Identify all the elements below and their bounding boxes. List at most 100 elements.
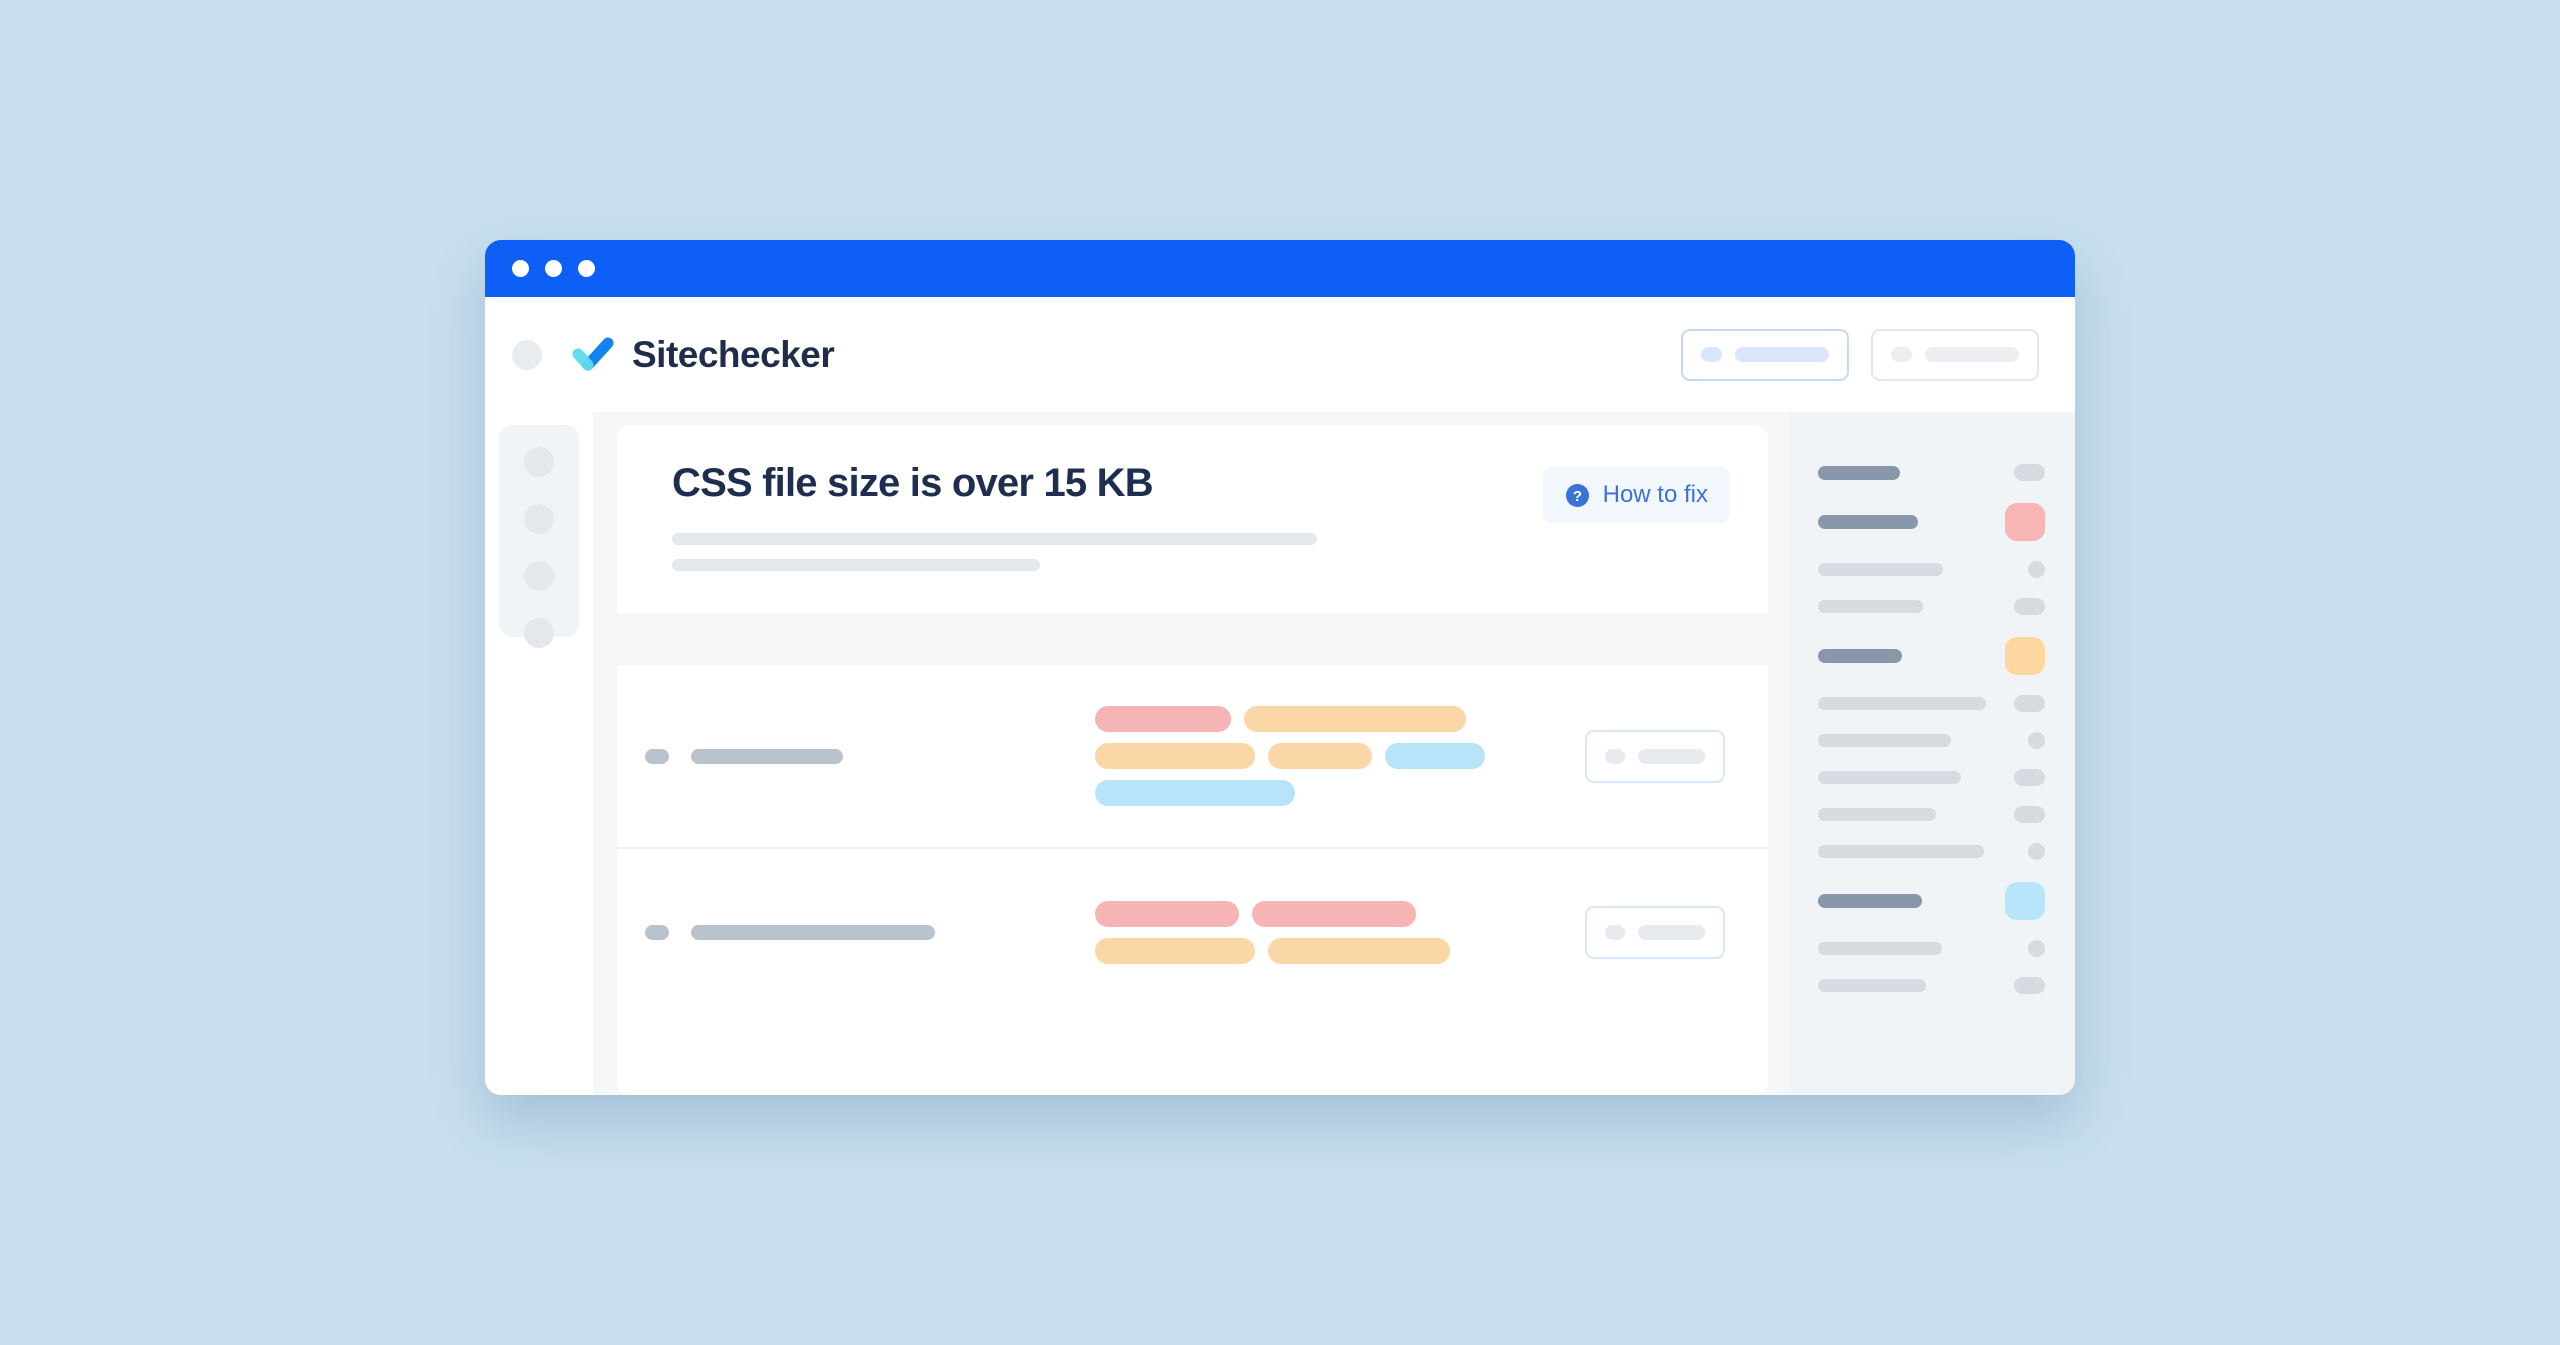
left-sidebar: [485, 412, 593, 1095]
close-dot[interactable]: [512, 260, 529, 277]
right-panel-item-label: [1818, 649, 1902, 663]
tag-orange[interactable]: [1244, 706, 1466, 732]
question-circle-icon: ?: [1565, 483, 1590, 508]
right-panel-item-label: [1818, 563, 1943, 576]
right-panel-item[interactable]: [1818, 464, 2045, 481]
table-row-2-label: [691, 924, 935, 940]
sidebar-item-1[interactable]: [524, 447, 554, 477]
description-line-2: [672, 559, 1040, 571]
table-row-1-left: [645, 748, 1085, 764]
header-button-primary[interactable]: [1681, 328, 1849, 381]
right-panel-item-label: [1818, 697, 1986, 710]
right-panel-item-label: [1818, 808, 1936, 821]
app-header: Sitechecker: [485, 297, 2075, 412]
table-row-2-marker: [645, 924, 669, 940]
row-action-icon: [1605, 924, 1625, 940]
table-row-1-marker: [645, 748, 669, 764]
right-panel-group-4: [1818, 882, 2045, 994]
right-panel-item-label: [1818, 515, 1918, 529]
right-panel-item-label: [1818, 600, 1923, 613]
browser-titlebar: [485, 240, 2075, 297]
tag-blue[interactable]: [1385, 743, 1485, 769]
page-title: CSS file size is over 15 KB: [672, 461, 1154, 505]
tag-red[interactable]: [1252, 900, 1416, 927]
right-panel-item-badge: [2005, 503, 2045, 541]
header-button-secondary[interactable]: [1871, 328, 2039, 381]
header-button-secondary-label: [1925, 347, 2019, 362]
tag-orange[interactable]: [1095, 743, 1255, 769]
table-row-1-label: [691, 748, 843, 764]
row-action-button[interactable]: [1585, 905, 1725, 959]
right-panel: [1790, 412, 2075, 1095]
row-action-button[interactable]: [1585, 729, 1725, 783]
tag-red[interactable]: [1095, 706, 1231, 732]
right-panel-group-2: [1818, 503, 2045, 615]
header-button-primary-icon: [1701, 347, 1722, 362]
right-panel-item-badge: [2028, 940, 2045, 957]
row-action-label: [1638, 924, 1705, 940]
table-header-strip: [617, 613, 1768, 665]
app-body: CSS file size is over 15 KB ? How to fix: [485, 412, 2075, 1095]
svg-text:?: ?: [1573, 488, 1582, 505]
table-row-1-tags: [1085, 706, 1565, 806]
right-panel-item[interactable]: [1818, 977, 2045, 994]
right-panel-item[interactable]: [1818, 561, 2045, 578]
right-panel-item[interactable]: [1818, 732, 2045, 749]
right-panel-item[interactable]: [1818, 695, 2045, 712]
right-panel-item[interactable]: [1818, 843, 2045, 860]
right-panel-group-3: [1818, 637, 2045, 860]
minimize-dot[interactable]: [545, 260, 562, 277]
main-content: CSS file size is over 15 KB ? How to fix: [593, 412, 1790, 1095]
row-action-icon: [1605, 748, 1625, 764]
header-button-secondary-icon: [1891, 347, 1912, 362]
right-panel-group-1: [1818, 464, 2045, 481]
right-panel-item-label: [1818, 734, 1951, 747]
right-panel-item[interactable]: [1818, 882, 2045, 920]
brand-name: Sitechecker: [632, 333, 835, 375]
header-button-primary-label: [1735, 347, 1829, 362]
how-to-fix-button[interactable]: ? How to fix: [1542, 467, 1730, 523]
table-row[interactable]: [617, 847, 1768, 1015]
right-panel-item[interactable]: [1818, 637, 2045, 675]
sidebar-item-2[interactable]: [524, 504, 554, 534]
maximize-dot[interactable]: [578, 260, 595, 277]
right-panel-item-badge: [2014, 598, 2045, 615]
right-panel-item-label: [1818, 845, 1984, 858]
tag-orange[interactable]: [1268, 937, 1450, 964]
issue-card: CSS file size is over 15 KB ? How to fix: [617, 425, 1768, 1095]
avatar[interactable]: [512, 339, 542, 370]
table-row-2-left: [645, 924, 1085, 940]
right-panel-item[interactable]: [1818, 598, 2045, 615]
right-panel-item-badge: [2028, 843, 2045, 860]
right-panel-item-badge: [2014, 806, 2045, 823]
right-panel-item[interactable]: [1818, 806, 2045, 823]
brand: Sitechecker: [572, 333, 835, 376]
description-line-1: [672, 533, 1317, 545]
right-panel-item-label: [1818, 465, 1900, 480]
tag-blue[interactable]: [1095, 780, 1295, 806]
sidebar-item-3[interactable]: [524, 561, 554, 591]
sidebar-item-4[interactable]: [524, 618, 554, 648]
tag-orange[interactable]: [1268, 743, 1372, 769]
how-to-fix-label: How to fix: [1602, 481, 1708, 508]
tag-red[interactable]: [1095, 900, 1239, 927]
header-actions: [1681, 328, 2039, 381]
issue-card-header: CSS file size is over 15 KB ? How to fix: [617, 425, 1768, 613]
right-panel-item-badge: [2014, 977, 2045, 994]
right-panel-item-badge: [2014, 695, 2045, 712]
right-panel-item-badge: [2014, 769, 2045, 786]
right-panel-item-badge: [2028, 561, 2045, 578]
sitechecker-checkmark-logo-icon: [572, 337, 616, 373]
right-panel-item[interactable]: [1818, 940, 2045, 957]
right-panel-item-label: [1818, 942, 1942, 955]
table-row-2-tags: [1085, 900, 1565, 964]
right-panel-item-label: [1818, 771, 1961, 784]
right-panel-item[interactable]: [1818, 503, 2045, 541]
browser-window: Sitechecker CSS file size is over 15 KB …: [485, 240, 2075, 1095]
right-panel-item-badge: [2005, 637, 2045, 675]
left-sidebar-panel: [499, 425, 579, 648]
right-panel-item[interactable]: [1818, 769, 2045, 786]
table-row[interactable]: [617, 665, 1768, 847]
issue-card-header-left: CSS file size is over 15 KB: [672, 461, 1543, 585]
tag-orange[interactable]: [1095, 937, 1255, 964]
